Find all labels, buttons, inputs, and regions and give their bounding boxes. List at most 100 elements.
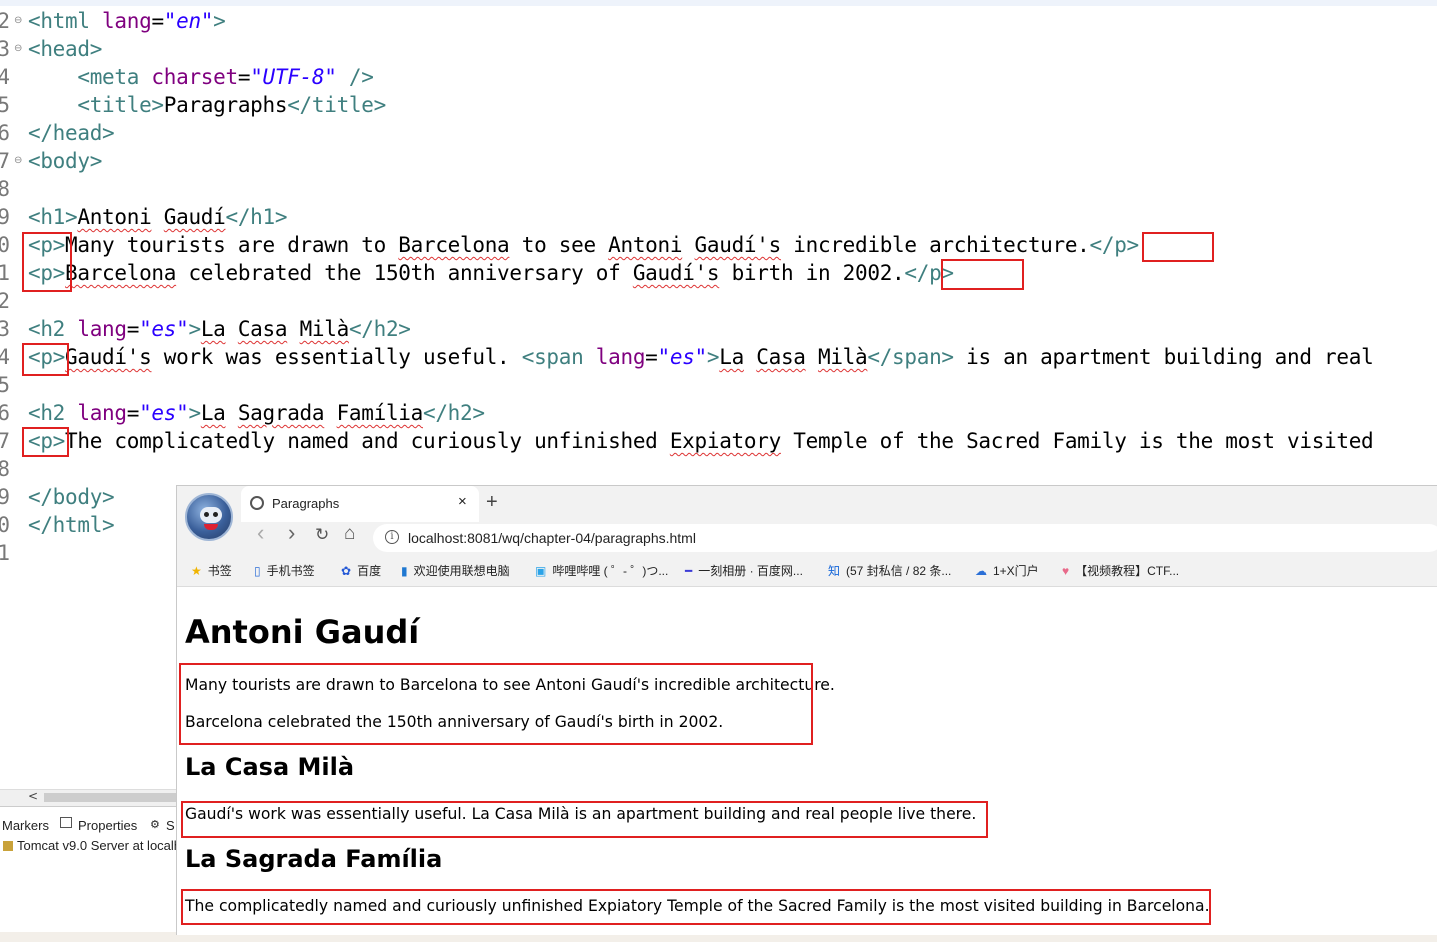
tag: <title> bbox=[77, 93, 164, 117]
text: Antoni bbox=[77, 205, 152, 229]
highlight-box bbox=[1142, 232, 1214, 262]
browser-tab[interactable]: Paragraphs × bbox=[241, 486, 479, 522]
text: birth in 2002. bbox=[719, 261, 905, 285]
highlight-box bbox=[22, 427, 69, 457]
tag: <html bbox=[28, 9, 90, 33]
avatar-eye bbox=[213, 512, 218, 517]
line-number: 0 bbox=[0, 233, 10, 257]
tag: </p> bbox=[1089, 233, 1140, 257]
line-number: 7 bbox=[0, 429, 10, 453]
code-line: 3 <h2 lang="es">La Casa Milà</h2> bbox=[0, 315, 1437, 343]
tag: </h1> bbox=[225, 205, 288, 229]
bookmarks-bar: ★ 书签 ▯ 手机书签 ✿ 百度 ▮ 欢迎使用联想电脑 ▣ 哔哩哔哩 ( ゜- ゜)つ..… bbox=[177, 558, 1437, 582]
line-number: 3 bbox=[0, 317, 10, 341]
close-tab-icon[interactable]: × bbox=[458, 493, 467, 510]
bookmark-item[interactable]: ✿ 百度 bbox=[341, 562, 381, 579]
new-tab-button[interactable]: + bbox=[486, 491, 498, 514]
code-line: 5 bbox=[0, 371, 1437, 399]
servers-icon: ⚙ bbox=[150, 819, 160, 831]
reload-button[interactable]: ↻ bbox=[315, 525, 329, 545]
text: Sagrada bbox=[237, 401, 325, 425]
horizontal-scrollbar[interactable]: < bbox=[0, 789, 176, 806]
avatar-eye bbox=[204, 512, 209, 517]
line-number: 2 bbox=[0, 9, 10, 33]
bookmark-item[interactable]: ★ 书签 bbox=[191, 562, 232, 579]
text: Barcelona bbox=[398, 233, 510, 257]
bookmark-item[interactable]: 知 (57 封私信 / 82 条... bbox=[828, 562, 951, 579]
fold-icon[interactable]: ⊖ bbox=[14, 16, 22, 26]
line-number: 5 bbox=[0, 373, 10, 397]
profile-avatar[interactable] bbox=[185, 493, 233, 541]
line-number: 1 bbox=[0, 261, 10, 285]
panel-tabs: Markers Properties ⚙ S bbox=[0, 815, 176, 835]
line-number: 1 bbox=[0, 541, 10, 565]
section-heading: La Casa Milà bbox=[185, 753, 355, 781]
line-number: 5 bbox=[0, 93, 10, 117]
attribute: lang bbox=[65, 401, 127, 425]
bookmark-label: 百度 bbox=[357, 564, 382, 578]
views-panel: Markers Properties ⚙ S Tomcat v9.0 Serve… bbox=[0, 806, 176, 943]
highlight-box bbox=[181, 889, 1211, 925]
code-text: <p>The complicatedly named and curiously… bbox=[28, 427, 1374, 455]
text: Many tourists are drawn to bbox=[65, 233, 399, 257]
scroll-thumb[interactable] bbox=[44, 793, 176, 802]
tab-markers[interactable]: Markers bbox=[2, 818, 49, 833]
home-button[interactable]: ⌂ bbox=[344, 523, 355, 545]
bookmark-label: 手机书签 bbox=[266, 564, 315, 578]
tab-properties[interactable]: Properties bbox=[78, 818, 137, 833]
code-text: </head> bbox=[28, 119, 115, 147]
tab-servers[interactable]: S bbox=[166, 818, 175, 833]
bookmark-item[interactable]: ☁ 1+X门户 bbox=[975, 562, 1039, 579]
text: Antoni bbox=[608, 233, 683, 257]
text: Gaudí's bbox=[694, 233, 782, 257]
line-number: 2 bbox=[0, 289, 10, 313]
page-content: Antoni Gaudí Many tourists are drawn to … bbox=[177, 587, 1437, 935]
bookmark-item[interactable]: ♥ 【视频教程】CTF... bbox=[1062, 562, 1179, 579]
forward-button[interactable]: › bbox=[288, 520, 295, 546]
bookmark-label: (57 封私信 / 82 条... bbox=[846, 564, 952, 578]
code-text: <h2 lang="es">La Casa Milà</h2> bbox=[28, 315, 411, 343]
bookmark-item[interactable]: ▯ 手机书签 bbox=[254, 562, 315, 579]
text: Barcelona bbox=[65, 261, 177, 285]
code-text: <meta charset="UTF-8" /> bbox=[28, 63, 374, 91]
server-entry[interactable]: Tomcat v9.0 Server at localh bbox=[0, 838, 176, 853]
server-label: Tomcat v9.0 Server at localh bbox=[17, 838, 176, 853]
bookmark-item[interactable]: ▮ 欢迎使用联想电脑 bbox=[401, 562, 510, 579]
code-text: <title>Paragraphs</title> bbox=[28, 91, 386, 119]
bookmark-label: 哔哩哔哩 ( ゜- ゜)つ... bbox=[552, 564, 669, 578]
text: Paragraphs bbox=[163, 93, 288, 117]
address-bar[interactable]: i localhost:8081/wq/chapter-04/paragraph… bbox=[373, 524, 1437, 552]
bookmark-label: 【视频教程】CTF... bbox=[1075, 564, 1180, 578]
browser-window: Paragraphs × + ‹ › ↻ ⌂ i localhost:8081/… bbox=[176, 485, 1437, 935]
text bbox=[682, 233, 694, 257]
line-number: 8 bbox=[0, 177, 10, 201]
fold-icon[interactable]: ⊖ bbox=[14, 156, 22, 166]
text: La bbox=[719, 345, 744, 369]
text: incredible architecture. bbox=[780, 233, 1090, 257]
code-line: 5 <title>Paragraphs</title> bbox=[0, 91, 1437, 119]
tag: <meta bbox=[77, 65, 140, 89]
text: celebrated the 150th anniversary of bbox=[176, 261, 633, 285]
text bbox=[287, 317, 299, 341]
text: The complicatedly named and curiously un… bbox=[65, 429, 670, 453]
phone-icon: ▯ bbox=[254, 564, 261, 578]
page-favicon-icon bbox=[250, 496, 264, 510]
back-button[interactable]: ‹ bbox=[257, 520, 264, 546]
highlight-box bbox=[179, 663, 813, 745]
tag: <body> bbox=[28, 149, 103, 173]
text: Casa bbox=[237, 317, 288, 341]
attribute-value: "es" bbox=[657, 345, 708, 369]
bookmark-item[interactable]: ━ 一刻相册 · 百度网... bbox=[685, 562, 803, 579]
attribute: lang bbox=[89, 9, 152, 33]
bookmark-item[interactable]: ▣ 哔哩哔哩 ( ゜- ゜)つ... bbox=[535, 562, 668, 579]
bilibili-icon: ▣ bbox=[535, 564, 547, 578]
site-info-icon[interactable]: i bbox=[385, 530, 399, 544]
fold-icon[interactable]: ⊖ bbox=[14, 44, 22, 54]
code-line: 6 <h2 lang="es">La Sagrada Família</h2> bbox=[0, 399, 1437, 427]
code-text: <html lang="en"> bbox=[28, 7, 226, 35]
text: Gaudí's bbox=[65, 345, 152, 369]
baidu-paw-icon: ✿ bbox=[341, 564, 352, 578]
attribute: lang bbox=[65, 317, 127, 341]
scroll-left-arrow[interactable]: < bbox=[28, 789, 38, 803]
highlight-box bbox=[941, 259, 1024, 290]
